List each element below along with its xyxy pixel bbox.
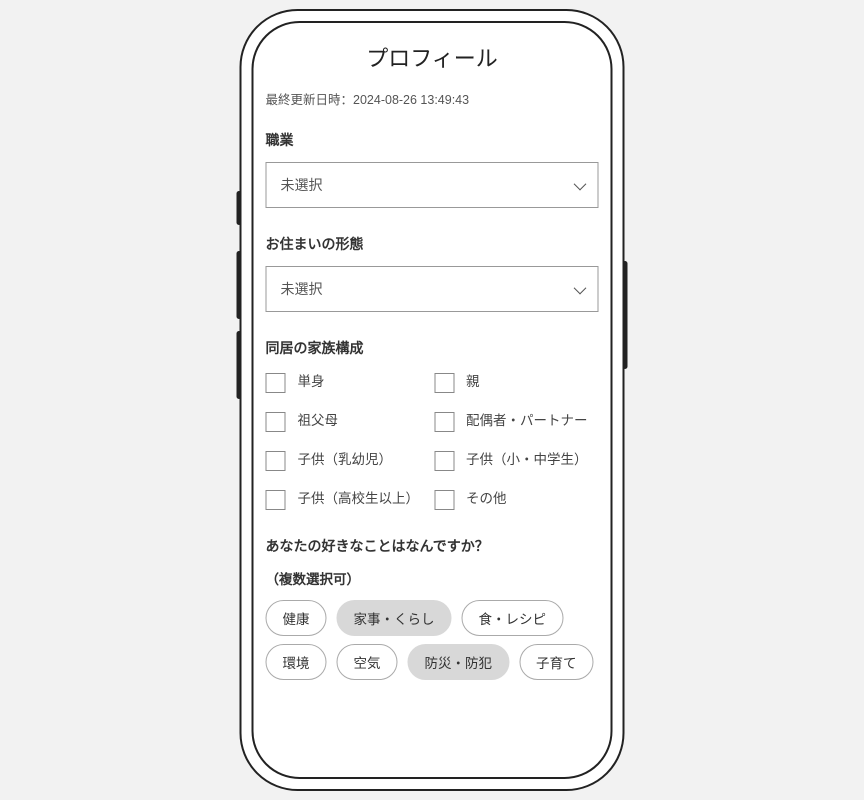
checkbox-label: 子供（高校生以上） (298, 489, 420, 509)
chip-hobby-1[interactable]: 家事・くらし (337, 600, 452, 636)
side-button-vol-up (237, 251, 242, 319)
field-label-family: 同居の家族構成 (266, 338, 599, 358)
field-family: 同居の家族構成 単身 親祖父母 配偶者・パートナー子供（乳幼児） 子供（小・中学生） 子… (266, 338, 599, 510)
side-button-vol-down (237, 331, 242, 399)
checkbox-family-0[interactable]: 単身 (266, 372, 431, 393)
checkbox-icon (434, 373, 454, 393)
checkbox-family-7[interactable]: その他 (434, 489, 599, 510)
checkbox-label: 親 (466, 372, 480, 392)
checkbox-family-5[interactable]: 子供（小・中学生） (434, 450, 599, 471)
checkbox-label: 子供（乳幼児） (298, 450, 393, 470)
checkbox-family-4[interactable]: 子供（乳幼児） (266, 450, 431, 471)
chip-hobby-5[interactable]: 防災・防犯 (408, 644, 510, 680)
field-occupation: 職業 未選択 (266, 130, 599, 208)
select-occupation[interactable]: 未選択 (266, 162, 599, 208)
last-updated-value: 2024-08-26 13:49:43 (353, 93, 469, 107)
checkbox-family-1[interactable]: 親 (434, 372, 599, 393)
chip-hobby-6[interactable]: 子育て (519, 644, 594, 680)
checkbox-icon (266, 373, 286, 393)
field-label-hobbies: あなたの好きなことはなんですか？ (266, 536, 599, 556)
field-residence: お住まいの形態 未選択 (266, 234, 599, 312)
select-residence[interactable]: 未選択 (266, 266, 599, 312)
last-updated: 最終更新日時：2024-08-26 13:49:43 (266, 89, 599, 108)
last-updated-label: 最終更新日時： (266, 93, 354, 107)
device-frame-inner: プロフィール 最終更新日時：2024-08-26 13:49:43 職業 未選択… (252, 21, 613, 779)
checkbox-label: 配偶者・パートナー (466, 411, 588, 431)
checkbox-family-3[interactable]: 配偶者・パートナー (434, 411, 599, 432)
checkbox-family-2[interactable]: 祖父母 (266, 411, 431, 432)
checkbox-icon (434, 412, 454, 432)
side-button-mute (237, 191, 242, 225)
checkbox-label: 単身 (298, 372, 325, 392)
chip-hobby-3[interactable]: 環境 (266, 644, 327, 680)
checkbox-icon (266, 412, 286, 432)
select-occupation-value: 未選択 (281, 175, 323, 195)
checkbox-label: 祖父母 (298, 411, 339, 431)
field-label-occupation: 職業 (266, 130, 599, 150)
select-residence-value: 未選択 (281, 279, 323, 299)
checkbox-icon (266, 451, 286, 471)
chip-hobby-2[interactable]: 食・レシピ (462, 600, 564, 636)
screen: プロフィール 最終更新日時：2024-08-26 13:49:43 職業 未選択… (254, 23, 611, 777)
checkbox-label: 子供（小・中学生） (466, 450, 588, 470)
chip-hobby-0[interactable]: 健康 (266, 600, 327, 636)
page-title: プロフィール (266, 41, 599, 73)
chip-hobby-4[interactable]: 空気 (337, 644, 398, 680)
field-hobbies: あなたの好きなことはなんですか？ （複数選択可） 健康家事・くらし食・レシピ環境… (266, 536, 599, 680)
checkbox-icon (266, 490, 286, 510)
checkbox-icon (434, 490, 454, 510)
device-frame-outer: プロフィール 最終更新日時：2024-08-26 13:49:43 職業 未選択… (240, 9, 625, 791)
checkbox-family-6[interactable]: 子供（高校生以上） (266, 489, 431, 510)
side-button-power (623, 261, 628, 369)
field-label-residence: お住まいの形態 (266, 234, 599, 254)
checkbox-icon (434, 451, 454, 471)
field-sublabel-hobbies: （複数選択可） (266, 568, 599, 588)
checkbox-label: その他 (466, 489, 507, 509)
